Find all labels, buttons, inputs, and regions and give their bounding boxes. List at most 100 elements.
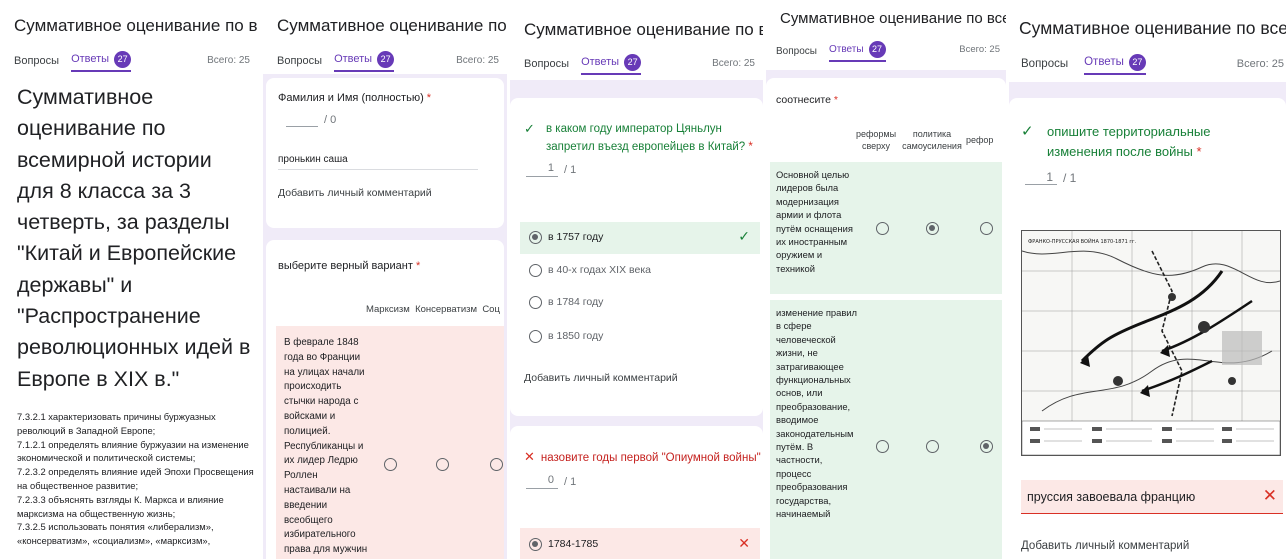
option-label: в 1784 году bbox=[548, 296, 604, 308]
matrix-radio[interactable] bbox=[980, 440, 993, 453]
tab-answers-label: Ответы bbox=[1084, 56, 1124, 68]
add-comment-link[interactable]: Добавить личный комментарий bbox=[524, 372, 678, 384]
matrix-row-label: Основной целью лидеров была модернизация… bbox=[776, 169, 853, 274]
tab-answers-label: Ответы bbox=[828, 43, 864, 55]
incorrect-cross-icon: ✕ bbox=[1262, 486, 1277, 505]
matrix-radio[interactable] bbox=[436, 458, 449, 471]
total-score: Всего: 25 bbox=[959, 44, 1000, 55]
question-card-incorrect: ✕назовите годы первой "Опиумной войны" *… bbox=[510, 426, 763, 559]
correct-check-icon: ✓ bbox=[738, 228, 750, 244]
tab-questions[interactable]: Вопросы bbox=[277, 55, 322, 67]
question-label: соотнесите * bbox=[776, 94, 838, 106]
option-radio[interactable] bbox=[529, 231, 542, 244]
score-field: 1 / 1 bbox=[526, 162, 576, 177]
correct-check-icon: ✓ bbox=[1021, 123, 1034, 140]
score-field: 1 / 1 bbox=[1025, 170, 1076, 185]
objective-item: 7.2.3.2 определять влияние идей Эпохи Пр… bbox=[17, 466, 254, 491]
tab-answers-label: Ответы bbox=[71, 53, 110, 65]
matrix-radio[interactable] bbox=[926, 440, 939, 453]
tab-questions[interactable]: Вопросы bbox=[776, 46, 817, 57]
matrix-column: Соц bbox=[482, 304, 500, 315]
map-image: ФРАНКО-ПРУССКАЯ ВОЙНА 1870-1871 гг. bbox=[1021, 230, 1281, 456]
option-radio[interactable] bbox=[529, 296, 542, 309]
score-input[interactable]: 0 bbox=[526, 474, 558, 489]
incorrect-cross-icon: ✕ bbox=[738, 535, 750, 551]
matrix-radio[interactable] bbox=[490, 458, 503, 471]
answers-count-badge: 27 bbox=[114, 50, 132, 68]
matrix-row-label: изменение правил в сфере человеческой жи… bbox=[776, 307, 858, 520]
answer-incorrect: пруссия завоевала францию ✕ bbox=[1021, 480, 1283, 514]
score-input[interactable]: 1 bbox=[1025, 170, 1057, 185]
tab-answers[interactable]: Ответы 27 bbox=[828, 40, 886, 62]
matrix-radio[interactable] bbox=[384, 458, 397, 471]
tab-answers[interactable]: Ответы 27 bbox=[1084, 53, 1146, 75]
matrix-radio[interactable] bbox=[926, 222, 939, 235]
matrix-row-label: В феврале 1848 года во Франции на улицах… bbox=[284, 337, 368, 556]
add-comment-link[interactable]: Добавить личный комментарий bbox=[278, 187, 432, 199]
objective-item: 7.3.2.5 использовать понятия «либерализм… bbox=[17, 521, 214, 547]
option-incorrect: 1784-1785 ✕ bbox=[520, 528, 760, 559]
matrix-column: политика самоусиления bbox=[902, 129, 962, 151]
tab-bar: Вопросы Ответы 27 bbox=[524, 53, 642, 75]
tab-answers[interactable]: Ответы 27 bbox=[581, 53, 642, 75]
tab-answers-label: Ответы bbox=[581, 56, 620, 68]
objective-item: 7.3.2.1 характеризовать причины буржуазн… bbox=[17, 411, 216, 436]
tab-answers[interactable]: Ответы 27 bbox=[334, 50, 395, 72]
option-label: в 1850 году bbox=[548, 330, 604, 342]
total-score: Всего: 25 bbox=[1236, 58, 1284, 70]
matrix-column: рефор bbox=[966, 135, 994, 145]
form-heading: Суммативное оценивание по всемирной исто… bbox=[17, 85, 251, 391]
matrix-radio[interactable] bbox=[980, 222, 993, 235]
tab-questions[interactable]: Вопросы bbox=[524, 58, 569, 70]
score-input[interactable] bbox=[286, 112, 318, 127]
tab-answers[interactable]: Ответы 27 bbox=[71, 50, 132, 72]
incorrect-cross-icon: ✕ bbox=[524, 449, 535, 464]
matrix-column: Марксизм bbox=[366, 304, 410, 315]
option-label: 1784-1785 bbox=[548, 538, 599, 550]
matrix-column: реформы сверху bbox=[855, 129, 897, 151]
map-title: ФРАНКО-ПРУССКАЯ ВОЙНА 1870-1871 гг. bbox=[1028, 238, 1137, 245]
form-title: Суммативное оценивание по всемирн bbox=[277, 16, 507, 35]
score-input[interactable]: 1 bbox=[526, 162, 558, 177]
option-radio[interactable] bbox=[529, 264, 542, 277]
panel-header: Суммативное оценивание по всемирн Вопрос… bbox=[766, 0, 1006, 70]
tab-questions[interactable]: Вопросы bbox=[14, 55, 59, 67]
answers-count-badge: 27 bbox=[377, 50, 395, 68]
tab-questions[interactable]: Вопросы bbox=[1021, 58, 1068, 70]
total-score: Всего: 25 bbox=[456, 55, 499, 66]
panel-header: Суммативное оценивание по всемирн Вопрос… bbox=[510, 0, 763, 80]
question-label: ✕назовите годы первой "Опиумной войны" * bbox=[524, 449, 761, 464]
panel-multiple-choice: Суммативное оценивание по всемирн Вопрос… bbox=[510, 0, 763, 559]
question-card-map: ✓ опишите территориальные изменения посл… bbox=[1009, 98, 1286, 559]
tab-bar: Вопросы Ответы 27 bbox=[277, 50, 395, 72]
question-label: ✓ опишите территориальные изменения посл… bbox=[1021, 123, 1211, 159]
matrix-radio[interactable] bbox=[876, 222, 889, 235]
answer-text: пруссия завоевала францию bbox=[1027, 490, 1196, 504]
correct-check-icon: ✓ bbox=[524, 121, 535, 136]
add-comment-link[interactable]: Добавить личный комментарий bbox=[1021, 540, 1189, 552]
option-correct: в 1757 году ✓ bbox=[520, 222, 760, 254]
matrix-radio[interactable] bbox=[876, 440, 889, 453]
panel-header: Суммативное оценивание по всемирн Вопрос… bbox=[1009, 0, 1286, 82]
objective-item: 7.2.3.3 объяснять взгляды К. Маркса и вл… bbox=[17, 493, 224, 519]
objectives-list: 7.3.2.1 характеризовать причины буржуазн… bbox=[17, 410, 255, 548]
panel-form-header: Суммативное оценивание по всемирн Вопрос… bbox=[0, 0, 258, 559]
matrix-row-correct: Основной целью лидеров была модернизация… bbox=[770, 162, 1002, 294]
answers-count-badge: 27 bbox=[1128, 53, 1146, 71]
question-card-name: Фамилия и Имя (полностью) * / 0 пронькин… bbox=[266, 78, 504, 228]
score-field: 0 / 1 bbox=[526, 474, 576, 489]
answers-count-badge: 27 bbox=[868, 40, 886, 58]
total-score: Всего: 25 bbox=[712, 58, 755, 69]
tab-bar: Вопросы Ответы 27 bbox=[1021, 53, 1146, 75]
option-radio[interactable] bbox=[529, 538, 542, 551]
panel-header: Суммативное оценивание по всемирн Вопрос… bbox=[0, 0, 258, 74]
panel-matching: Суммативное оценивание по всемирн Вопрос… bbox=[766, 0, 1006, 559]
option-radio[interactable] bbox=[529, 330, 542, 343]
objective-item: 7.1.2.1 определять влияние буржуазии на … bbox=[17, 438, 249, 464]
option-label: в 1757 году bbox=[548, 231, 604, 243]
matrix-column-headers: Марксизм Консерватизм Соц bbox=[366, 304, 500, 315]
form-title: Суммативное оценивание по всемирн bbox=[14, 16, 258, 35]
war-map-illustration: ФРАНКО-ПРУССКАЯ ВОЙНА 1870-1871 гг. bbox=[1021, 231, 1281, 456]
question-card-matrix: выберите верный вариант * Марксизм Консе… bbox=[266, 240, 504, 559]
question-card-correct: ✓ в каком году император Цяньлун запрети… bbox=[510, 98, 763, 416]
